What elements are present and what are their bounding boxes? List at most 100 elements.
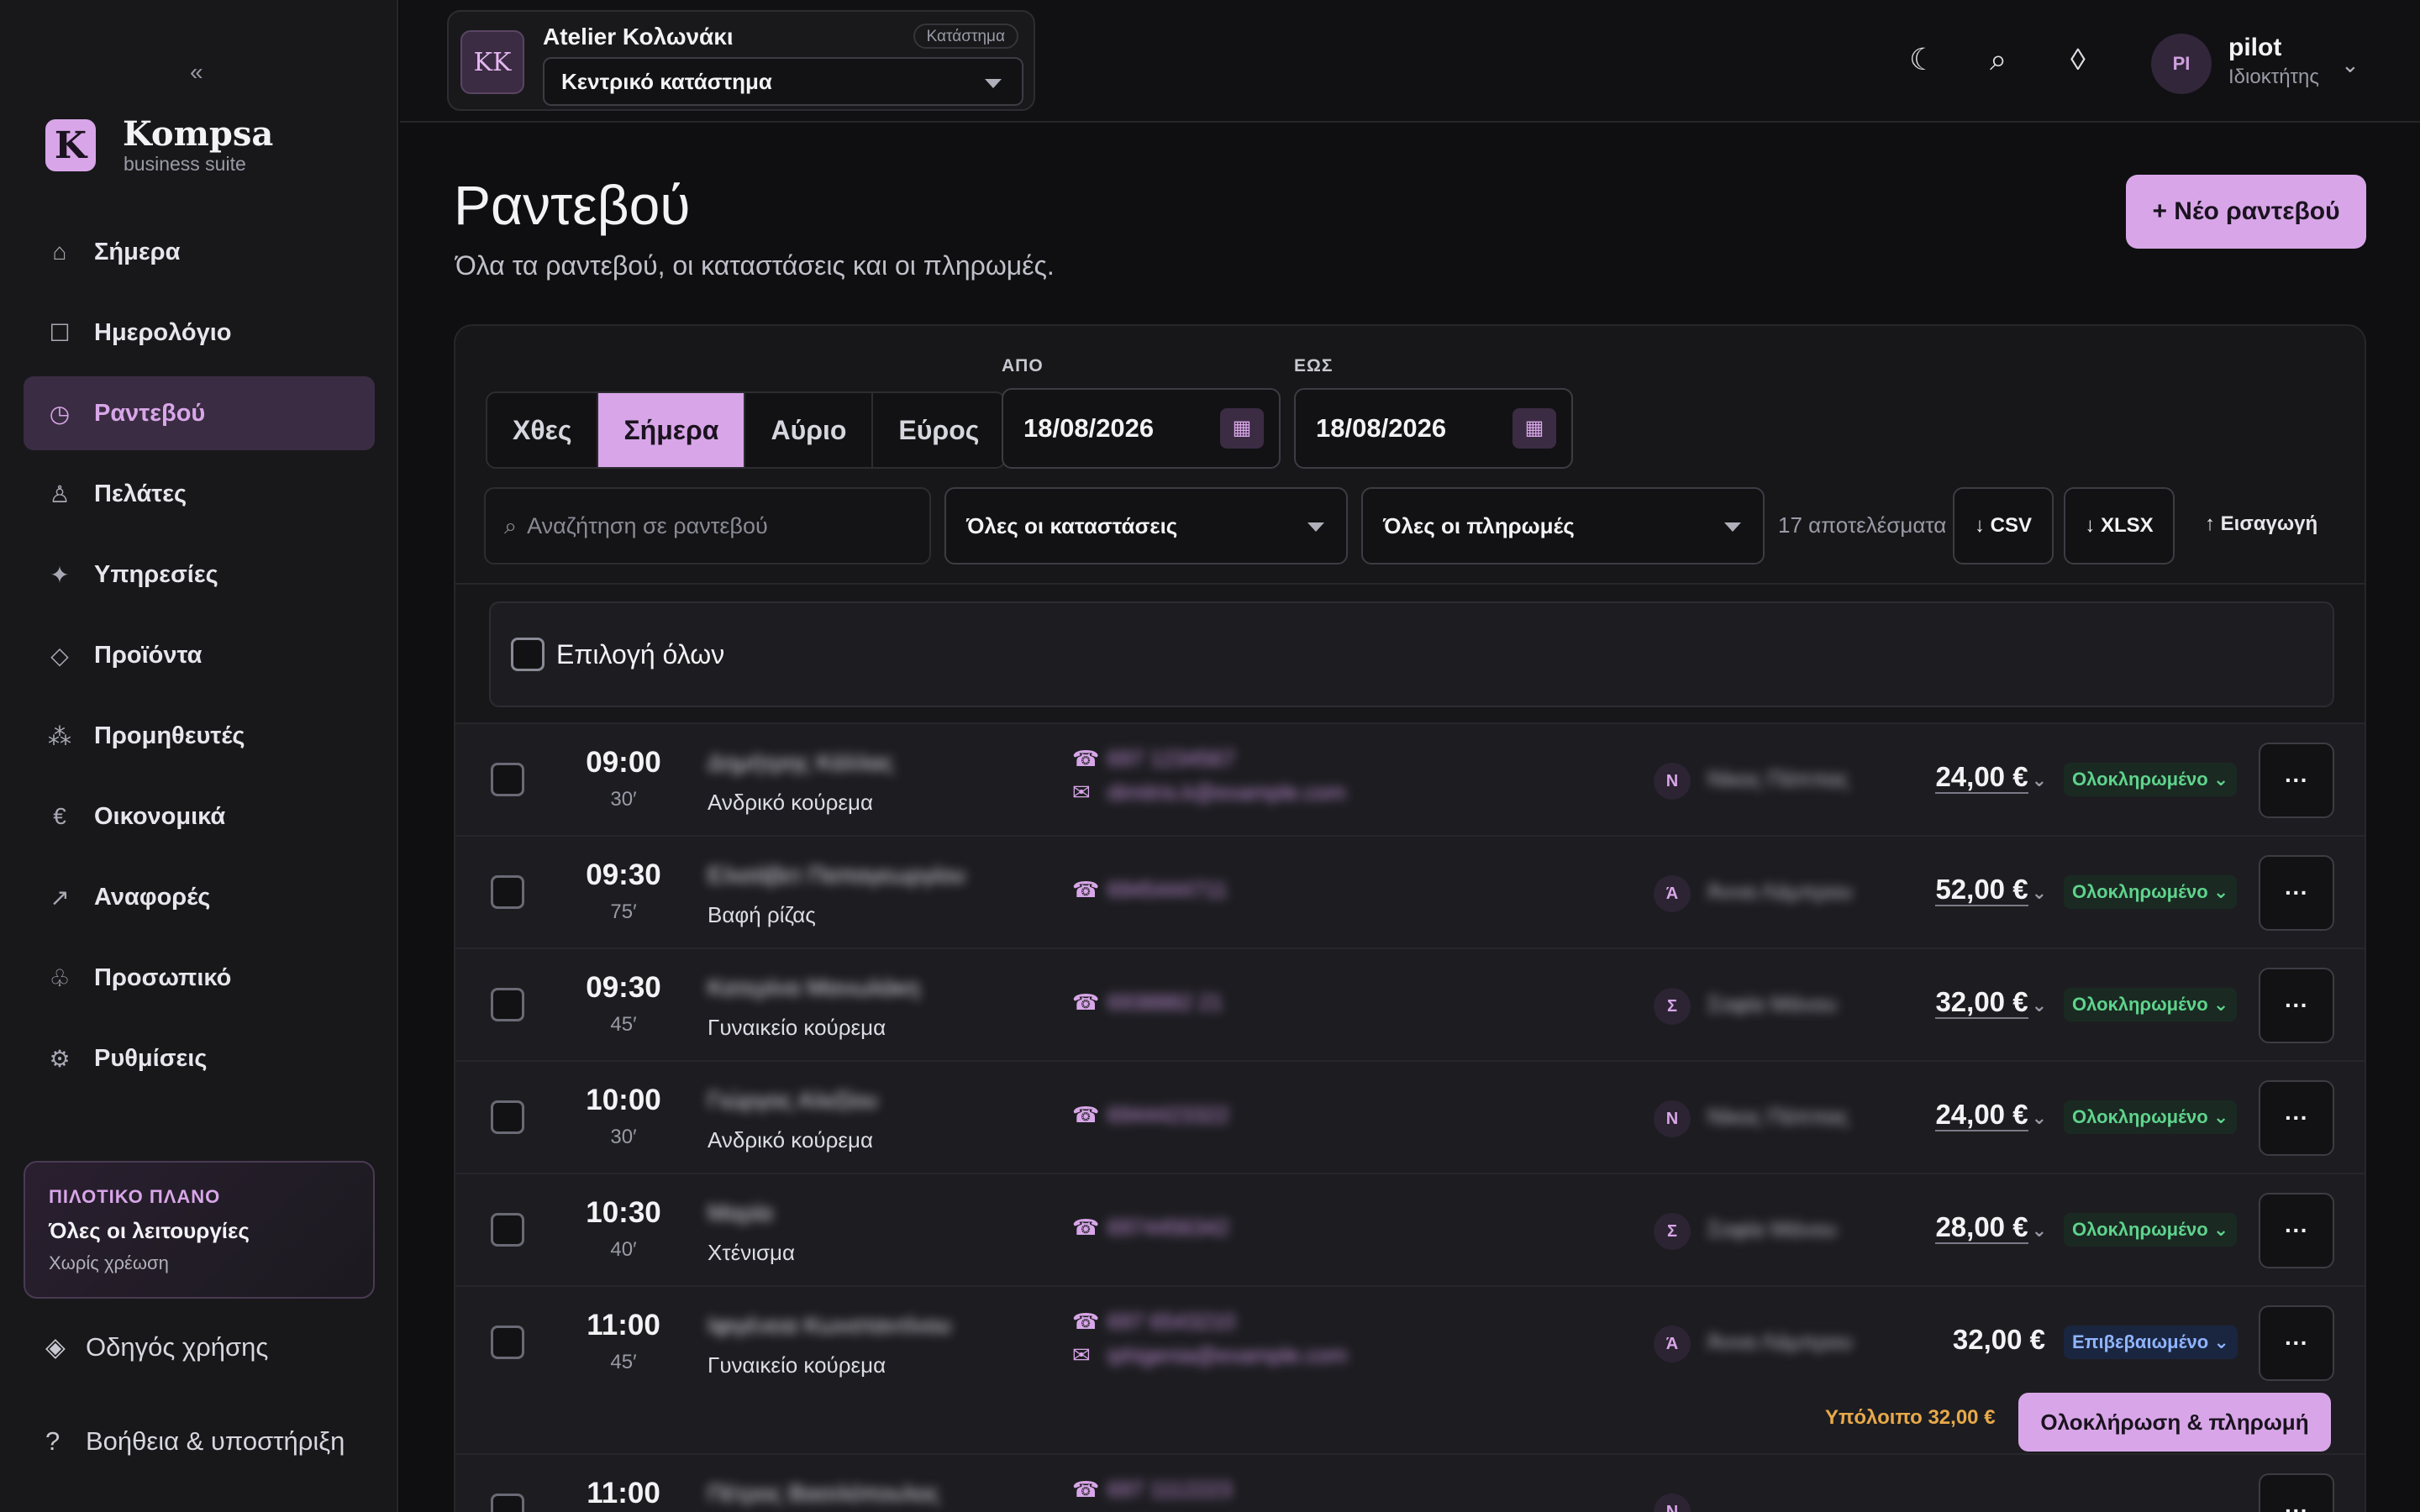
collapse-sidebar-button[interactable]: « — [190, 59, 203, 86]
sidebar-item-clients[interactable]: ♙ Πελάτες — [24, 457, 375, 531]
appointment-time: 11:00 — [587, 1309, 660, 1341]
help-support-link[interactable]: ? Βοήθεια & υποστήριξη — [45, 1426, 345, 1457]
status-badge[interactable]: Επιβεβαιωμένο ⌄ — [2064, 1326, 2238, 1359]
sidebar-item-label: Ημερολόγιο — [94, 318, 232, 346]
client-name[interactable]: Γιώργος Αλεξίου — [708, 1087, 877, 1114]
row-checkbox[interactable] — [491, 1100, 524, 1134]
tab-today[interactable]: Σήμερα — [598, 393, 746, 467]
results-count: 17 αποτελέσματα — [1778, 512, 1947, 538]
status-badge[interactable]: Ολοκληρωμένο ⌄ — [2064, 1100, 2238, 1134]
client-name[interactable]: Κατερίνα Μανωλάκη — [708, 974, 919, 1001]
client-name[interactable]: Ελισάβετ Παπαγεωργίου — [708, 862, 965, 889]
sidebar-item-today[interactable]: ⌂ Σήμερα — [24, 215, 375, 289]
new-appointment-button[interactable]: + Νέο ραντεβού — [2126, 175, 2366, 249]
sidebar-item-appointments[interactable]: ◷ Ραντεβού — [24, 376, 375, 450]
table-row[interactable]: 09:00 30′ Δημήτρης Κάλλας Ανδρικό κούρεμ… — [455, 722, 2365, 835]
from-date-input[interactable]: 18/08/2026 ▦ — [1002, 388, 1281, 469]
row-checkbox[interactable] — [491, 988, 524, 1021]
user-name[interactable]: pilot — [2228, 34, 2281, 62]
status-badge[interactable]: Ολοκληρωμένο ⌄ — [2064, 988, 2238, 1021]
status-badge[interactable]: Ολοκληρωμένο ⌄ — [2064, 1213, 2238, 1247]
client-phone[interactable]: 6944423322 — [1107, 1102, 1229, 1128]
select-all-label[interactable]: Επιλογή όλων — [556, 639, 724, 670]
sidebar-item-suppliers[interactable]: ⁂ Προμηθευτές — [24, 699, 375, 773]
export-csv-button[interactable]: ↓ CSV — [1953, 487, 2054, 564]
table-row[interactable]: 11:00 Πέτρος Βασιλόπουλος ☎ 697 1112223 … — [455, 1453, 2365, 1512]
price-dropdown[interactable]: 24,00 € ⌄ — [1935, 1099, 2047, 1131]
page-title: Ραντεβού — [454, 174, 691, 236]
avatar[interactable]: PI — [2151, 34, 2212, 94]
tab-range[interactable]: Εύρος — [873, 393, 1004, 467]
price-dropdown[interactable]: 28,00 € ⌄ — [1935, 1211, 2047, 1244]
client-name[interactable]: Δημήτρης Κάλλας — [708, 749, 894, 776]
sidebar-item-reports[interactable]: ↗ Αναφορές — [24, 860, 375, 934]
client-name[interactable]: Ιφιγένεια Κωνσταντίνου — [708, 1312, 951, 1339]
client-phone[interactable]: 6945444711 — [1107, 877, 1228, 903]
sidebar-item-products[interactable]: ◇ Προϊόντα — [24, 618, 375, 692]
calendar-icon[interactable]: ▦ — [1512, 408, 1556, 449]
table-row[interactable]: 09:30 75′ Ελισάβετ Παπαγεωργίου Βαφή ρίζ… — [455, 835, 2365, 948]
store-select[interactable]: Κεντρικό κατάστημα — [543, 57, 1023, 106]
client-phone[interactable]: 697 6543210 — [1107, 1309, 1235, 1335]
sparkle-icon: ✦ — [50, 561, 70, 588]
price-dropdown[interactable]: 32,00 € ⌄ — [1935, 986, 2047, 1019]
client-email[interactable]: dimitris.k@example.com — [1107, 780, 1346, 806]
client-phone[interactable]: 6938882 21 — [1107, 990, 1223, 1016]
row-checkbox[interactable] — [491, 875, 524, 909]
complete-and-pay-button[interactable]: Ολοκλήρωση & πληρωμή — [2018, 1393, 2331, 1452]
row-checkbox[interactable] — [491, 1494, 524, 1512]
to-date-label: ΕΩΣ — [1294, 356, 1334, 375]
user-guide-link[interactable]: ◈ Οδηγός χρήσης — [45, 1332, 268, 1362]
sidebar-item-staff[interactable]: ♧ Προσωπικό — [24, 941, 375, 1015]
staff-avatar: Σ — [1654, 988, 1691, 1025]
search-input[interactable]: ⌕ Αναζήτηση σε ραντεβού — [484, 487, 931, 564]
calendar-icon[interactable]: ▦ — [1220, 408, 1264, 449]
price-value: 24,00 € — [1935, 1099, 2028, 1131]
client-name[interactable]: Μαρία — [708, 1200, 773, 1226]
appointment-time: 09:00 — [586, 746, 661, 779]
payment-filter-select[interactable]: Όλες οι πληρωμές — [1361, 487, 1765, 564]
status-badge[interactable]: Ολοκληρωμένο ⌄ — [2064, 875, 2238, 909]
status-badge[interactable]: Ολοκληρωμένο ⌄ — [2064, 763, 2238, 796]
tab-tomorrow[interactable]: Αύριο — [745, 393, 874, 467]
row-checkbox[interactable] — [491, 1213, 524, 1247]
plan-title: ΠΙΛΟΤΙΚΟ ΠΛΑΝΟ — [49, 1186, 221, 1207]
row-more-button[interactable]: ··· — [2259, 1080, 2334, 1156]
row-more-button[interactable]: ··· — [2259, 1473, 2334, 1512]
sidebar-item-services[interactable]: ✦ Υπηρεσίες — [24, 538, 375, 612]
import-button[interactable]: ↑ Εισαγωγή — [2205, 512, 2317, 536]
row-more-button[interactable]: ··· — [2259, 743, 2334, 818]
row-checkbox[interactable] — [491, 1326, 524, 1359]
table-row[interactable]: 10:30 40′ Μαρία Χτένισμα ☎ 6974456342 Σ … — [455, 1173, 2365, 1285]
chevron-down-icon — [1724, 522, 1741, 532]
price-dropdown[interactable]: 24,00 € ⌄ — [1935, 761, 2047, 794]
diamond-icon[interactable]: ◊ — [2070, 42, 2086, 77]
client-email[interactable]: iphigenia@example.com — [1107, 1342, 1347, 1368]
moon-icon[interactable]: ☾ — [1909, 42, 1936, 77]
sidebar-item-settings[interactable]: ⚙ Ρυθμίσεις — [24, 1021, 375, 1095]
client-phone[interactable]: 697 1112223 — [1107, 1477, 1232, 1503]
chevron-down-icon: ⌄ — [2031, 769, 2047, 790]
client-phone[interactable]: 6974456342 — [1107, 1215, 1229, 1241]
to-date-input[interactable]: 18/08/2026 ▦ — [1294, 388, 1573, 469]
chevron-down-icon[interactable]: ⌄ — [2341, 52, 2360, 78]
search-icon[interactable]: ⌕ — [1990, 42, 2007, 78]
table-row[interactable]: 09:30 45′ Κατερίνα Μανωλάκη Γυναικείο κο… — [455, 948, 2365, 1060]
row-more-button[interactable]: ··· — [2259, 855, 2334, 931]
export-xlsx-button[interactable]: ↓ XLSX — [2064, 487, 2175, 564]
brand-subtitle: business suite — [124, 153, 246, 175]
status-filter-select[interactable]: Όλες οι καταστάσεις — [944, 487, 1348, 564]
tab-yesterday[interactable]: Χθες — [487, 393, 599, 467]
client-phone[interactable]: 697 1234567 — [1107, 746, 1235, 772]
price-dropdown[interactable]: 52,00 € ⌄ — [1935, 874, 2047, 906]
sidebar-item-calendar[interactable]: ☐ Ημερολόγιο — [24, 296, 375, 370]
sidebar-item-finance[interactable]: € Οικονομικά — [24, 780, 375, 853]
row-more-button[interactable]: ··· — [2259, 1305, 2334, 1381]
select-all-checkbox[interactable] — [511, 638, 544, 671]
help-icon: ? — [45, 1426, 60, 1456]
table-row[interactable]: 10:00 30′ Γιώργος Αλεξίου Ανδρικό κούρεμ… — [455, 1060, 2365, 1173]
row-more-button[interactable]: ··· — [2259, 1193, 2334, 1268]
client-name[interactable]: Πέτρος Βασιλόπουλος — [708, 1480, 939, 1507]
row-more-button[interactable]: ··· — [2259, 968, 2334, 1043]
row-checkbox[interactable] — [491, 763, 524, 796]
